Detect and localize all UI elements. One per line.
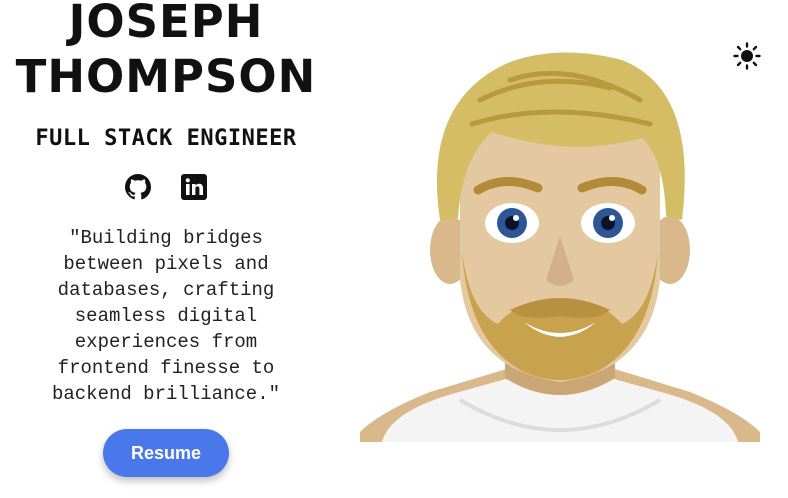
page-title: JOSEPH THOMPSON [16,0,317,104]
name-line-2: THOMPSON [15,50,317,103]
name-line-1: JOSEPH [68,0,264,48]
github-link[interactable] [124,173,152,201]
social-links [124,173,208,201]
theme-toggle-button[interactable] [733,42,761,70]
github-icon [125,174,151,200]
avatar [360,52,760,442]
job-title: FULL STACK ENGINEER [35,126,297,151]
linkedin-link[interactable] [180,173,208,201]
linkedin-icon [181,174,207,200]
tagline-quote: "Building bridges between pixels and dat… [51,227,281,405]
hero-section: JOSEPH THOMPSON FULL STACK ENGINEER "Bui… [0,0,332,498]
resume-button[interactable]: Resume [103,429,229,477]
sun-icon [733,42,761,70]
